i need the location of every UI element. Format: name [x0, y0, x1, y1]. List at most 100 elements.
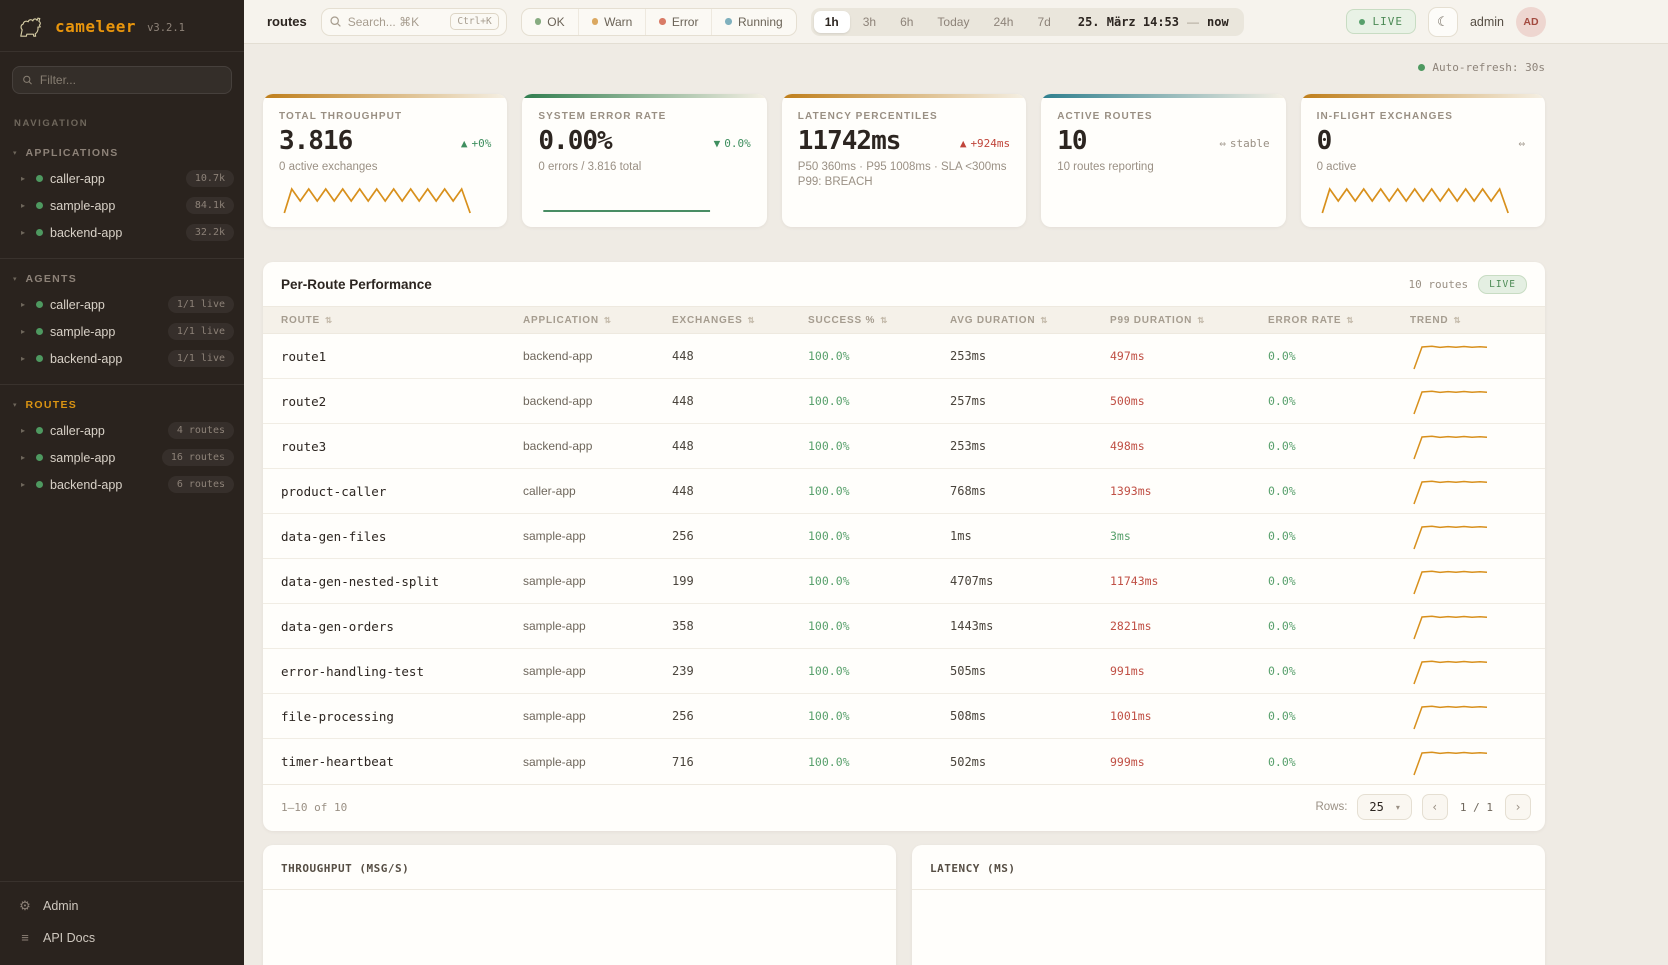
time-range-button[interactable]: 3h: [852, 11, 887, 33]
column-header-avg-duration[interactable]: AVG DURATION⇅: [950, 315, 1110, 326]
kpi-value: 11742ms: [798, 128, 901, 154]
status-filter-label: Running: [738, 15, 783, 29]
kpi-card-inflight-exchanges: IN-FLIGHT EXCHANGES 0 ⇔ 0 active: [1301, 94, 1545, 227]
sidebar-filter[interactable]: [12, 66, 232, 94]
table-row[interactable]: data-gen-nested-split sample-app 199 100…: [263, 559, 1545, 604]
sidebar-item-agent[interactable]: ▸ sample-app 1/1 live: [0, 318, 244, 345]
routes-count: 10 routes: [1409, 278, 1469, 291]
column-header-success[interactable]: SUCCESS %⇅: [808, 315, 950, 326]
auto-refresh-indicator: Auto-refresh: 30s: [263, 44, 1545, 74]
sidebar-filter-input[interactable]: [40, 73, 222, 87]
cell-p99-duration: 1393ms: [1110, 484, 1268, 498]
sidebar-item-application[interactable]: ▸ caller-app 10.7k: [0, 165, 244, 192]
cell-avg-duration: 257ms: [950, 394, 1110, 408]
sidebar: cameleer v3.2.1 NAVIGATION ▾ APPLICATION…: [0, 0, 244, 965]
rows-per-page-select[interactable]: 25 ▾: [1357, 794, 1411, 820]
status-filter[interactable]: OK: [522, 9, 578, 35]
kpi-grid: TOTAL THROUGHPUT 3.816 ▲ +0% 0 active ex…: [263, 94, 1545, 227]
section-header-applications[interactable]: ▾ APPLICATIONS: [0, 141, 244, 165]
sidebar-item-admin[interactable]: ⚙ Admin: [0, 890, 244, 922]
chevron-right-icon: ▸: [21, 327, 29, 336]
status-dot-icon: [36, 454, 43, 461]
prev-page-button[interactable]: ‹: [1422, 794, 1448, 820]
table-row[interactable]: data-gen-orders sample-app 358 100.0% 14…: [263, 604, 1545, 649]
time-range-button[interactable]: 1h: [814, 11, 850, 33]
cell-avg-duration: 768ms: [950, 484, 1110, 498]
kpi-card-error-rate: SYSTEM ERROR RATE 0.00% ▼ 0.0% 0 errors …: [522, 94, 766, 227]
table-row[interactable]: file-processing sample-app 256 100.0% 50…: [263, 694, 1545, 739]
cell-success: 100.0%: [808, 574, 950, 588]
camel-logo-icon: [16, 13, 46, 39]
sidebar-item-route-group[interactable]: ▸ sample-app 16 routes: [0, 444, 244, 471]
cell-avg-duration: 4707ms: [950, 574, 1110, 588]
logo-row: cameleer v3.2.1: [0, 0, 244, 52]
table-row[interactable]: error-handling-test sample-app 239 100.0…: [263, 649, 1545, 694]
column-header-route[interactable]: ROUTE⇅: [281, 315, 523, 326]
time-range-button[interactable]: Today: [926, 11, 980, 33]
sidebar-item-application[interactable]: ▸ sample-app 84.1k: [0, 192, 244, 219]
cell-p99-duration: 999ms: [1110, 755, 1268, 769]
throughput-chart-card: THROUGHPUT (MSG/S): [263, 845, 896, 965]
kpi-value: 10: [1057, 128, 1086, 154]
search-box[interactable]: Ctrl+K: [321, 8, 507, 36]
column-header-application[interactable]: APPLICATION⇅: [523, 315, 672, 326]
status-dot-icon: [36, 202, 43, 209]
table-row[interactable]: route3 backend-app 448 100.0% 253ms 498m…: [263, 424, 1545, 469]
kpi-label: SYSTEM ERROR RATE: [538, 111, 750, 122]
column-header-trend[interactable]: TREND⇅: [1410, 315, 1545, 326]
table-row[interactable]: timer-heartbeat sample-app 716 100.0% 50…: [263, 739, 1545, 784]
cell-p99-duration: 3ms: [1110, 529, 1268, 543]
page-indicator: 1 / 1: [1460, 801, 1493, 814]
sidebar-item-api-docs[interactable]: ≡ API Docs: [0, 922, 244, 953]
cell-application: backend-app: [523, 349, 672, 363]
sidebar-item-route-group[interactable]: ▸ backend-app 6 routes: [0, 471, 244, 498]
table-title: Per-Route Performance: [281, 277, 432, 292]
sidebar-item-route-group[interactable]: ▸ caller-app 4 routes: [0, 417, 244, 444]
status-dot-icon: [36, 328, 43, 335]
column-header-p99-duration[interactable]: P99 DURATION⇅: [1110, 315, 1268, 326]
throughput-chart-title: THROUGHPUT (MSG/S): [263, 845, 896, 890]
section-header-agents[interactable]: ▾ AGENTS: [0, 267, 244, 291]
avatar[interactable]: AD: [1516, 7, 1546, 37]
theme-toggle-button[interactable]: ☾: [1428, 7, 1458, 37]
status-filter-label: Error: [672, 15, 699, 29]
kpi-subtitle: 0 active exchanges: [279, 161, 491, 173]
count-badge: 84.1k: [186, 197, 234, 214]
kpi-subtitle: 0 errors / 3.816 total: [538, 161, 750, 173]
cell-exchanges: 716: [672, 755, 808, 769]
trend-sparkline: [1410, 655, 1490, 687]
next-page-button[interactable]: ›: [1505, 794, 1531, 820]
rows-per-page-label: Rows:: [1315, 801, 1347, 813]
section-header-routes[interactable]: ▾ ROUTES: [0, 393, 244, 417]
table-footer: 1–10 of 10 Rows: 25 ▾ ‹ 1 / 1 ›: [263, 784, 1545, 831]
status-filter[interactable]: Running: [711, 9, 795, 35]
cell-error-rate: 0.0%: [1268, 349, 1410, 363]
app-name: backend-app: [50, 226, 122, 240]
status-filter[interactable]: Error: [645, 9, 711, 35]
pagination-range: 1–10 of 10: [281, 801, 347, 814]
sidebar-item-application[interactable]: ▸ backend-app 32.2k: [0, 219, 244, 246]
route-group-name: backend-app: [50, 478, 122, 492]
status-dot-icon: [535, 18, 542, 25]
cell-p99-duration: 1001ms: [1110, 709, 1268, 723]
time-range-button[interactable]: 6h: [889, 11, 924, 33]
table-row[interactable]: route2 backend-app 448 100.0% 257ms 500m…: [263, 379, 1545, 424]
time-range-button[interactable]: 24h: [982, 11, 1024, 33]
table-row[interactable]: route1 backend-app 448 100.0% 253ms 497m…: [263, 334, 1545, 379]
cell-trend: [1410, 610, 1545, 642]
column-header-exchanges[interactable]: EXCHANGES⇅: [672, 315, 808, 326]
time-range-button[interactable]: 7d: [1026, 11, 1061, 33]
cell-error-rate: 0.0%: [1268, 574, 1410, 588]
cell-success: 100.0%: [808, 529, 950, 543]
table-row[interactable]: data-gen-files sample-app 256 100.0% 1ms…: [263, 514, 1545, 559]
sidebar-item-agent[interactable]: ▸ caller-app 1/1 live: [0, 291, 244, 318]
status-filter[interactable]: Warn: [578, 9, 646, 35]
api-docs-label: API Docs: [43, 931, 95, 945]
column-header-error-rate[interactable]: ERROR RATE⇅: [1268, 315, 1410, 326]
search-input[interactable]: [348, 15, 434, 29]
sidebar-item-agent[interactable]: ▸ backend-app 1/1 live: [0, 345, 244, 372]
docs-list-icon: ≡: [18, 930, 32, 945]
table-row[interactable]: product-caller caller-app 448 100.0% 768…: [263, 469, 1545, 514]
chevron-down-icon: ▾: [1396, 803, 1400, 812]
chevron-right-icon: ▸: [21, 300, 29, 309]
